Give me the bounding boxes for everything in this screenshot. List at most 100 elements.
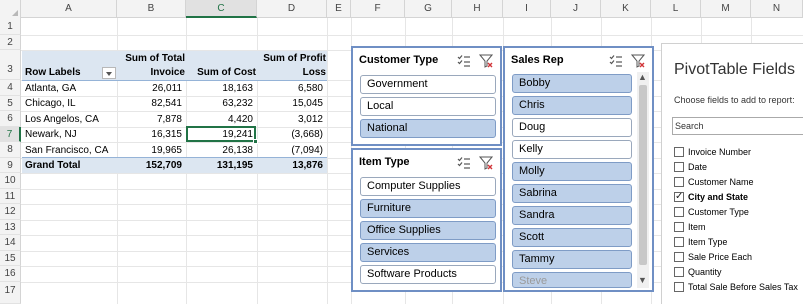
slicer-item-computer-supplies[interactable]: Computer Supplies: [360, 177, 496, 196]
row-header-10[interactable]: 10: [0, 173, 21, 189]
scroll-down-icon[interactable]: ▼: [638, 275, 647, 285]
slicer-item-sabrina[interactable]: Sabrina: [512, 184, 632, 203]
row-header-14[interactable]: 14: [0, 235, 21, 251]
pivot-cell-profit[interactable]: (7,094): [258, 143, 323, 158]
pivot-cell-profit[interactable]: 3,012: [258, 112, 323, 127]
row-header-2[interactable]: 2: [0, 35, 21, 50]
clear-filter-icon[interactable]: [479, 54, 493, 68]
checkbox[interactable]: [674, 207, 684, 217]
column-header-h[interactable]: H: [452, 0, 503, 18]
slicer-item-steve[interactable]: Steve: [512, 272, 632, 288]
pivot-header-profit-line1[interactable]: Sum of Profit: [258, 51, 326, 66]
fill-handle[interactable]: [253, 139, 258, 144]
pivot-cell-cost[interactable]: 63,232: [187, 96, 253, 111]
row-header-15[interactable]: 15: [0, 251, 21, 266]
row-header-3[interactable]: 3: [0, 50, 21, 80]
checkbox[interactable]: [674, 222, 684, 232]
pivot-cell-profit[interactable]: 15,045: [258, 96, 323, 111]
pivot-header-invoice-line2[interactable]: Invoice: [118, 65, 185, 80]
column-header-m[interactable]: M: [701, 0, 751, 18]
slicer-item-services[interactable]: Services: [360, 243, 496, 262]
pivot-cell-cost[interactable]: 26,138: [187, 143, 253, 158]
pivot-header-invoice-line1[interactable]: Sum of Total: [118, 51, 185, 66]
column-header-a[interactable]: A: [21, 0, 117, 18]
pivot-cell-invoice[interactable]: 26,011: [118, 81, 182, 96]
pivot-row-labels-header[interactable]: Row Labels: [25, 65, 103, 80]
pivot-row-label[interactable]: Newark, NJ: [25, 127, 117, 142]
column-header-k[interactable]: K: [601, 0, 651, 18]
checkbox[interactable]: [674, 282, 684, 292]
clear-filter-icon[interactable]: [479, 156, 493, 170]
slicer-item-tammy[interactable]: Tammy: [512, 250, 632, 269]
checkbox[interactable]: [674, 177, 684, 187]
column-header-e[interactable]: E: [327, 0, 351, 18]
row-header-13[interactable]: 13: [0, 220, 21, 235]
row-header-8[interactable]: 8: [0, 142, 21, 158]
pivot-grand-total-invoice[interactable]: 152,709: [118, 158, 182, 173]
slicer-item-office-supplies[interactable]: Office Supplies: [360, 221, 496, 240]
slicer-item-kelly[interactable]: Kelly: [512, 140, 632, 159]
slicer-item-local[interactable]: Local: [360, 97, 496, 116]
row-header-16[interactable]: 16: [0, 266, 21, 282]
slicer-item-scott[interactable]: Scott: [512, 228, 632, 247]
row-header-6[interactable]: 6: [0, 111, 21, 127]
pivot-grand-total-cost[interactable]: 131,195: [187, 158, 253, 173]
multi-select-icon[interactable]: [609, 54, 623, 68]
column-header-g[interactable]: G: [405, 0, 452, 18]
slicer-item-software-products[interactable]: Software Products: [360, 265, 496, 284]
column-header-d[interactable]: D: [257, 0, 327, 18]
select-all-corner[interactable]: [0, 0, 21, 18]
slicer-item-furniture[interactable]: Furniture: [360, 199, 496, 218]
pivot-header-cost[interactable]: Sum of Cost: [187, 65, 256, 80]
dropdown-arrow-icon[interactable]: [102, 67, 116, 79]
column-header-j[interactable]: J: [551, 0, 601, 18]
slicer-item-doug[interactable]: Doug: [512, 118, 632, 137]
row-header-4[interactable]: 4: [0, 80, 21, 96]
pivot-cell-invoice[interactable]: 16,315: [118, 127, 182, 142]
slicer-item-sandra[interactable]: Sandra: [512, 206, 632, 225]
clear-filter-icon[interactable]: [631, 54, 645, 68]
checkbox[interactable]: [674, 147, 684, 157]
pivot-cell-invoice[interactable]: 19,965: [118, 143, 182, 158]
row-header-7[interactable]: 7: [0, 127, 21, 142]
checkbox[interactable]: [674, 237, 684, 247]
pivot-row-label[interactable]: Chicago, IL: [25, 96, 117, 111]
row-header-9[interactable]: 9: [0, 158, 21, 173]
checkbox[interactable]: [674, 267, 684, 277]
slicer-item-chris[interactable]: Chris: [512, 96, 632, 115]
row-header-5[interactable]: 5: [0, 96, 21, 111]
row-header-12[interactable]: 12: [0, 204, 21, 220]
pivot-row-label[interactable]: San Francisco, CA: [25, 143, 117, 158]
slicer-item-molly[interactable]: Molly: [512, 162, 632, 181]
pivot-cell-profit[interactable]: 6,580: [258, 81, 323, 96]
pivot-cell-invoice[interactable]: 82,541: [118, 96, 182, 111]
pivot-cell-cost[interactable]: 4,420: [187, 112, 253, 127]
pivot-grand-total-profit[interactable]: 13,876: [258, 158, 323, 173]
pivot-row-label[interactable]: Atlanta, GA: [25, 81, 117, 96]
pivot-grand-total-label[interactable]: Grand Total: [25, 158, 117, 173]
pivot-cell-profit[interactable]: (3,668): [258, 127, 323, 142]
scroll-up-icon[interactable]: ▲: [638, 72, 647, 82]
column-header-f[interactable]: F: [351, 0, 405, 18]
multi-select-icon[interactable]: [457, 156, 471, 170]
column-header-b[interactable]: B: [117, 0, 186, 18]
slicer-item-government[interactable]: Government: [360, 75, 496, 94]
row-header-17[interactable]: 17: [0, 282, 21, 304]
column-header-c[interactable]: C: [186, 0, 257, 18]
column-header-n[interactable]: N: [751, 0, 803, 18]
multi-select-icon[interactable]: [457, 54, 471, 68]
pivot-cell-invoice[interactable]: 7,878: [118, 112, 182, 127]
slicer-scrollbar[interactable]: ▲ ▼: [637, 72, 649, 288]
field-search-input[interactable]: Search: [672, 117, 803, 135]
slicer-item-bobby[interactable]: Bobby: [512, 74, 632, 93]
pivot-row-label[interactable]: Los Angelos, CA: [25, 112, 117, 127]
pivot-header-profit-line2[interactable]: Loss: [258, 65, 326, 80]
pivot-cell-cost[interactable]: 18,163: [187, 81, 253, 96]
checkbox-checked[interactable]: [674, 190, 684, 203]
checkbox[interactable]: [674, 252, 684, 262]
column-header-l[interactable]: L: [651, 0, 701, 18]
row-header-1[interactable]: 1: [0, 18, 21, 35]
column-header-i[interactable]: I: [503, 0, 551, 18]
scrollbar-thumb[interactable]: [639, 85, 647, 265]
checkbox[interactable]: [674, 162, 684, 172]
